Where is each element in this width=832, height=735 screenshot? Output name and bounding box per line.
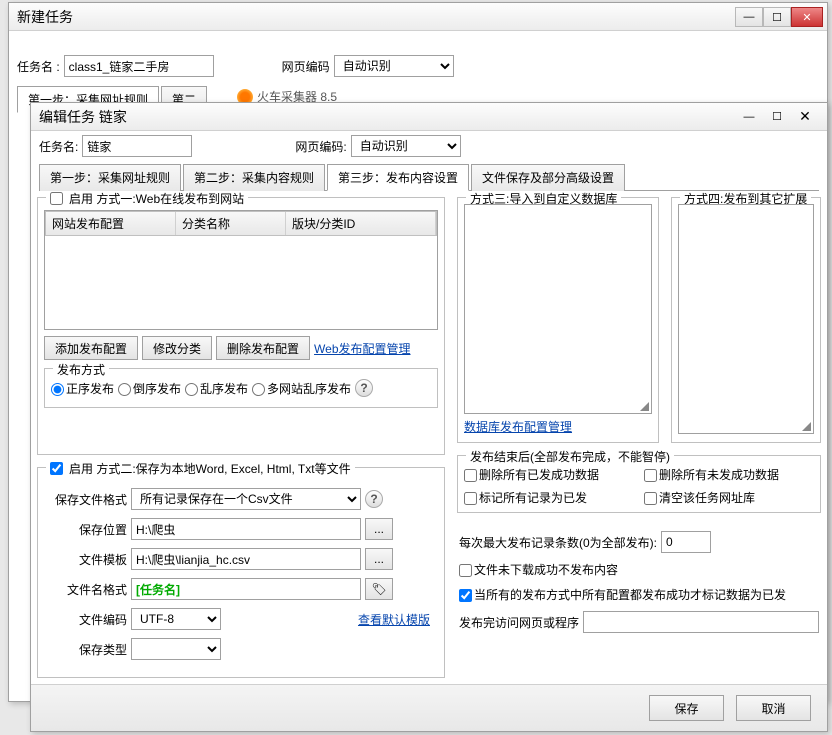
publish-mode-legend: 发布方式 bbox=[53, 361, 109, 378]
method1-config-table[interactable]: 网站发布配置 分类名称 版块/分类ID bbox=[44, 210, 438, 330]
dialog-min-button[interactable]: — bbox=[735, 107, 763, 127]
radio-reverse[interactable]: 倒序发布 bbox=[118, 380, 181, 397]
tab-step1[interactable]: 第一步：采集网址规则 bbox=[39, 164, 181, 191]
method4-group: 方式四:发布到其它扩展 bbox=[671, 197, 821, 443]
radio-forward[interactable]: 正序发布 bbox=[51, 380, 114, 397]
bg-encoding-label: 网页编码 bbox=[282, 58, 330, 75]
cancel-button[interactable]: 取消 bbox=[736, 695, 811, 721]
after-publish-group: 发布结束后(全部发布完成，不能智停) 删除所有已发成功数据 删除所有未发成功数据… bbox=[457, 455, 821, 513]
bg-taskname-label: 任务名 : bbox=[17, 58, 60, 75]
dialog-max-button[interactable]: ☐ bbox=[763, 107, 791, 127]
method1-enable-checkbox[interactable] bbox=[50, 192, 63, 205]
taskname-label: 任务名: bbox=[39, 138, 78, 155]
save-path-input[interactable] bbox=[131, 518, 361, 540]
max-records-input[interactable] bbox=[661, 531, 711, 553]
method2-group: 启用 方式二:保存为本地Word, Excel, Html, Txt等文件 保存… bbox=[37, 467, 445, 678]
resize-grip-icon bbox=[640, 402, 649, 411]
bg-close-button[interactable]: ✕ bbox=[791, 7, 823, 27]
save-type-select[interactable] bbox=[131, 638, 221, 660]
encoding-select[interactable]: 自动识别 bbox=[351, 135, 461, 157]
modify-category-button[interactable]: 修改分类 bbox=[142, 336, 212, 360]
default-template-link[interactable]: 查看默认模版 bbox=[358, 611, 430, 628]
max-records-label: 每次最大发布记录条数(0为全部发布): bbox=[459, 534, 657, 551]
save-path-label: 保存位置 bbox=[52, 521, 127, 538]
method4-listbox[interactable] bbox=[678, 204, 814, 434]
col-category: 分类名称 bbox=[176, 212, 286, 235]
bg-titlebar: 新建任务 — ☐ ✕ bbox=[9, 3, 827, 31]
visit-after-label: 发布完访问网页或程序 bbox=[459, 614, 579, 631]
chk-del-fail[interactable]: 删除所有未发成功数据 bbox=[644, 466, 814, 483]
method2-legend: 启用 方式二:保存为本地Word, Excel, Html, Txt等文件 bbox=[46, 460, 355, 477]
col-section-id: 版块/分类ID bbox=[286, 212, 436, 235]
visit-after-input[interactable] bbox=[583, 611, 819, 633]
bg-taskname-input[interactable] bbox=[64, 55, 214, 77]
web-config-manage-link[interactable]: Web发布配置管理 bbox=[314, 340, 410, 357]
resize-grip-icon bbox=[802, 422, 811, 431]
col-site-config: 网站发布配置 bbox=[46, 212, 176, 235]
chk-del-success[interactable]: 删除所有已发成功数据 bbox=[464, 466, 634, 483]
encoding-label: 网页编码: bbox=[295, 138, 346, 155]
dialog-close-button[interactable]: ✕ bbox=[791, 107, 819, 127]
name-format-input[interactable] bbox=[131, 578, 361, 600]
publish-mode-help-icon[interactable]: ? bbox=[355, 379, 373, 397]
file-format-label: 保存文件格式 bbox=[52, 491, 127, 508]
tab-step3[interactable]: 第三步：发布内容设置 bbox=[327, 164, 469, 191]
template-input[interactable] bbox=[131, 548, 361, 570]
radio-random[interactable]: 乱序发布 bbox=[185, 380, 248, 397]
method3-listbox[interactable] bbox=[464, 204, 652, 414]
name-format-tag-button[interactable]: 🏷 bbox=[365, 578, 393, 600]
dialog-footer: 保存 取消 bbox=[31, 684, 827, 731]
edit-task-dialog: 编辑任务 链家 — ☐ ✕ 任务名: 网页编码: 自动识别 第一步：采集网址规则… bbox=[30, 102, 828, 732]
radio-multi-random[interactable]: 多网站乱序发布 bbox=[252, 380, 351, 397]
chk-clear-urls[interactable]: 清空该任务网址库 bbox=[644, 489, 814, 506]
method2-enable-checkbox[interactable] bbox=[50, 462, 63, 475]
file-format-select[interactable]: 所有记录保存在一个Csv文件 bbox=[131, 488, 361, 510]
after-publish-legend: 发布结束后(全部发布完成，不能智停) bbox=[466, 448, 674, 465]
tab-step2[interactable]: 第二步：采集内容规则 bbox=[183, 164, 325, 191]
file-format-help-icon[interactable]: ? bbox=[365, 490, 383, 508]
dialog-titlebar: 编辑任务 链家 — ☐ ✕ bbox=[31, 103, 827, 131]
save-type-label: 保存类型 bbox=[52, 641, 127, 658]
method3-group: 方式三:导入到自定义数据库 数据库发布配置管理 bbox=[457, 197, 659, 443]
db-config-manage-link[interactable]: 数据库发布配置管理 bbox=[464, 418, 652, 435]
name-format-label: 文件名格式 bbox=[52, 581, 127, 598]
tab-step4[interactable]: 文件保存及部分高级设置 bbox=[471, 164, 625, 191]
save-path-browse-button[interactable]: ... bbox=[365, 518, 393, 540]
chk-all-config-success[interactable]: 当所有的发布方式中所有配置都发布成功才标记数据为已发 bbox=[459, 586, 786, 603]
file-encoding-label: 文件编码 bbox=[52, 611, 127, 628]
dialog-title: 编辑任务 链家 bbox=[39, 107, 127, 127]
method1-group: 启用 方式一:Web在线发布到网站 网站发布配置 分类名称 版块/分类ID 添加… bbox=[37, 197, 445, 455]
taskname-input[interactable] bbox=[82, 135, 192, 157]
template-browse-button[interactable]: ... bbox=[365, 548, 393, 570]
save-button[interactable]: 保存 bbox=[649, 695, 724, 721]
bg-encoding-select[interactable]: 自动识别 bbox=[334, 55, 454, 77]
template-label: 文件模板 bbox=[52, 551, 127, 568]
bg-window-title: 新建任务 bbox=[17, 7, 73, 27]
file-encoding-select[interactable]: UTF-8 bbox=[131, 608, 221, 630]
bg-min-button[interactable]: — bbox=[735, 7, 763, 27]
add-config-button[interactable]: 添加发布配置 bbox=[44, 336, 138, 360]
chk-not-downloaded[interactable]: 文件未下载成功不发布内容 bbox=[459, 561, 618, 578]
method1-legend: 启用 方式一:Web在线发布到网站 bbox=[46, 191, 248, 207]
chk-mark-sent[interactable]: 标记所有记录为已发 bbox=[464, 489, 634, 506]
delete-config-button[interactable]: 删除发布配置 bbox=[216, 336, 310, 360]
bg-max-button[interactable]: ☐ bbox=[763, 7, 791, 27]
